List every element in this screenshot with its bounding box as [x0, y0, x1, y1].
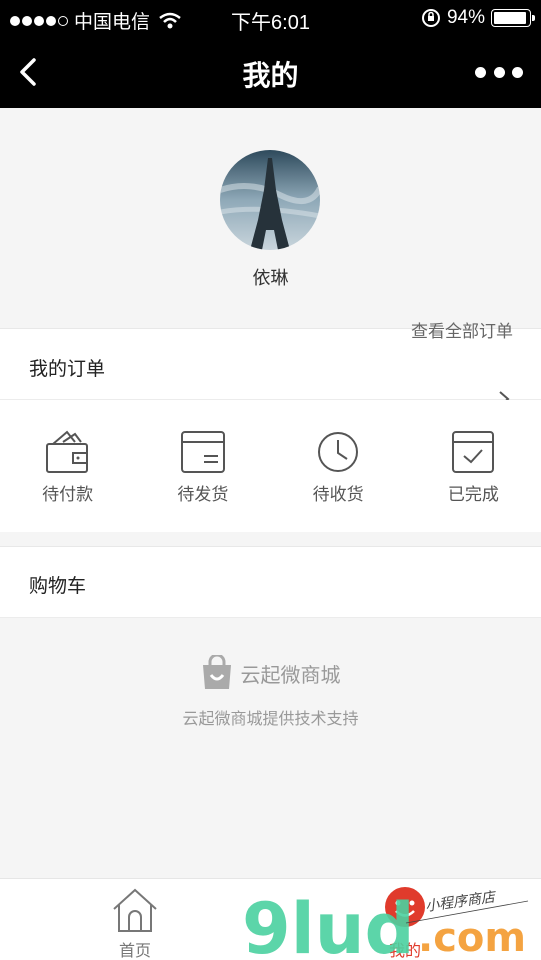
battery-fill [494, 12, 526, 24]
tab-label: 首页 [118, 943, 151, 960]
avatar-image [220, 150, 320, 250]
status-completed[interactable]: 已完成 [406, 400, 541, 532]
my-orders-label: 我的订单 [29, 359, 106, 380]
username: 依琳 [252, 268, 289, 288]
status-pending-receipt[interactable]: 待收货 [271, 400, 406, 532]
battery-percent: 94% [446, 7, 485, 28]
wallet-icon [45, 430, 88, 473]
page-title: 我的 [242, 60, 299, 91]
nav-bar: 我的 [0, 36, 541, 108]
my-orders-row[interactable]: 我的订单 查看全部订单 [0, 322, 541, 407]
profile-section: 依琳 [0, 108, 541, 328]
orientation-lock-icon [421, 9, 440, 27]
clock-icon [318, 432, 359, 472]
status-label: 待发货 [177, 485, 229, 504]
more-options-icon[interactable] [475, 58, 523, 86]
order-status-bar: 待付款 待发货 待收货 已完成 [0, 400, 541, 532]
box-icon [180, 431, 225, 473]
checked-box-icon [452, 431, 495, 473]
tab-home[interactable]: 首页 [95, 887, 175, 960]
status-label: 已完成 [447, 485, 499, 504]
home-icon [113, 888, 157, 932]
brand-row: 云起微商城 [0, 655, 541, 691]
status-right: 94% [421, 7, 535, 29]
tech-support-text: 云起微商城提供技术支持 [182, 711, 359, 728]
status-pending-payment[interactable]: 待付款 [0, 400, 135, 532]
avatar[interactable] [220, 150, 320, 250]
status-label: 待收货 [312, 485, 364, 504]
powered-by-footer: 云起微商城 云起微商城提供技术支持 [0, 655, 541, 729]
brand-name: 云起微商城 [240, 664, 341, 687]
watermark-logo: 9lud .com 小程序商店 [238, 883, 538, 960]
svg-text:9lud: 9lud [242, 888, 415, 960]
battery-icon [491, 9, 535, 27]
shopping-cart-row[interactable]: 购物车 [0, 546, 541, 618]
status-label: 待付款 [42, 485, 94, 504]
view-all-orders-link[interactable]: 查看全部订单 [411, 317, 513, 342]
shopping-bag-icon [202, 655, 231, 689]
svg-text:小程序商店: 小程序商店 [424, 889, 498, 915]
svg-text:.com: .com [418, 915, 526, 960]
status-pending-shipment[interactable]: 待发货 [135, 400, 270, 532]
status-bar: 中国电信 下午6:01 94% [0, 0, 541, 36]
shopping-cart-label: 购物车 [29, 576, 87, 597]
